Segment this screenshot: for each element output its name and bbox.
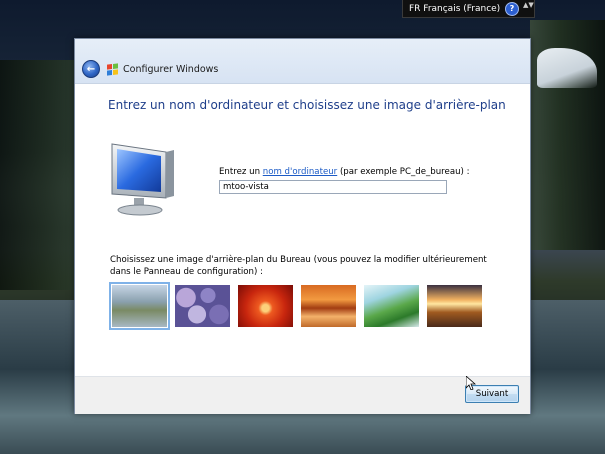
mouse-cursor-icon bbox=[466, 376, 476, 390]
thumbnail-sunset-field[interactable] bbox=[427, 285, 482, 327]
thumbnail-rock-arch[interactable] bbox=[301, 285, 356, 327]
thumbnail-green-palm-leaf[interactable] bbox=[364, 285, 419, 327]
setup-window: ← Configurer Windows Entrez un nom d'ord… bbox=[74, 38, 531, 414]
computer-name-input[interactable] bbox=[219, 180, 447, 194]
background-label: Choisissez une image d'arrière-plan du B… bbox=[110, 255, 487, 277]
window-title: Configurer Windows bbox=[123, 64, 219, 75]
language-bar[interactable]: FR Français (France) ? ▲▼ bbox=[402, 0, 535, 18]
language-bar-options-icon[interactable]: ▲▼ bbox=[523, 1, 534, 16]
computer-name-label: Entrez un nom d'ordinateur (par exemple … bbox=[219, 167, 470, 177]
help-icon[interactable]: ? bbox=[505, 1, 519, 16]
computer-monitor-icon bbox=[111, 143, 174, 216]
title-bar: ← Configurer Windows bbox=[75, 39, 530, 84]
language-indicator[interactable]: FR Français (France) bbox=[409, 4, 505, 14]
thumbnail-lake-landscape[interactable] bbox=[109, 282, 170, 330]
content-area: Entrez un nom d'ordinateur et choisissez… bbox=[75, 84, 530, 376]
back-arrow-icon: ← bbox=[86, 63, 96, 75]
wallpaper-trees-left bbox=[0, 60, 75, 290]
windows-logo-icon bbox=[107, 63, 118, 76]
computer-name-help-link[interactable]: nom d'ordinateur bbox=[263, 167, 337, 177]
thumbnail-purple-pebbles[interactable] bbox=[175, 285, 230, 327]
back-button[interactable]: ← bbox=[82, 60, 100, 78]
thumbnail-red-flower[interactable] bbox=[238, 285, 293, 327]
page-heading: Entrez un nom d'ordinateur et choisissez… bbox=[108, 98, 506, 112]
button-bar: Suivant bbox=[75, 376, 530, 414]
